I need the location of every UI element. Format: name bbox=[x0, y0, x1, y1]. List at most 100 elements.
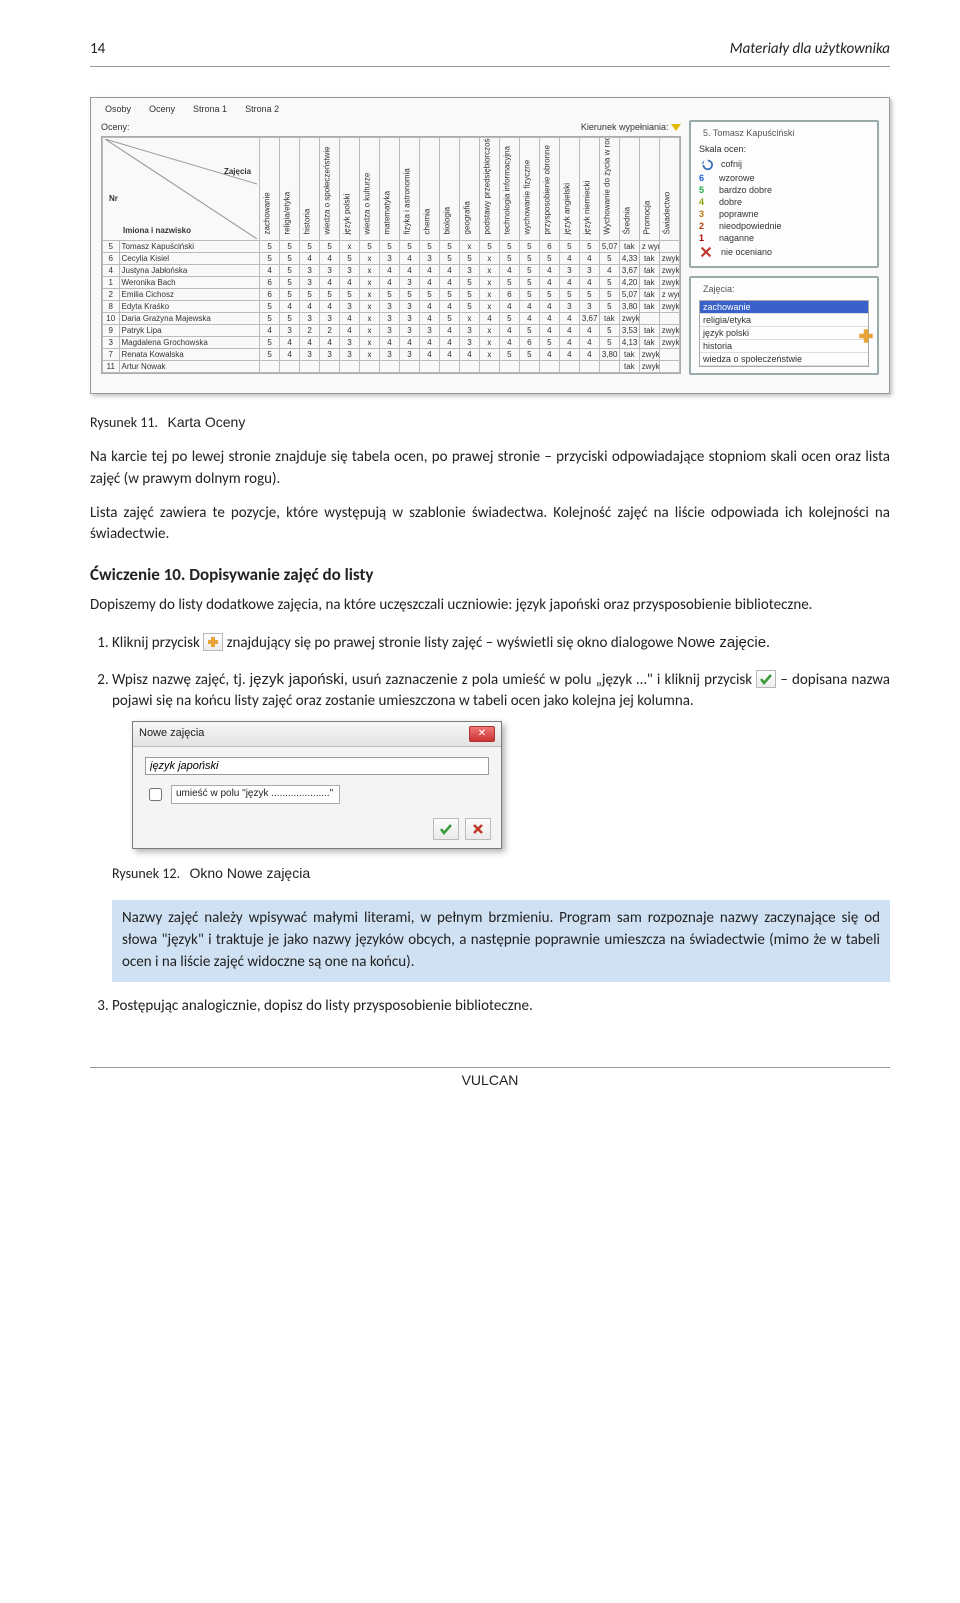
cell-grade[interactable]: 4 bbox=[399, 337, 419, 349]
zajecia-name-input[interactable] bbox=[145, 757, 489, 775]
zajecia-list[interactable]: zachowaniereligia/etykajęzyk polskihisto… bbox=[699, 300, 869, 367]
cell-grade[interactable]: 5 bbox=[399, 289, 419, 301]
cell-grade[interactable]: 5 bbox=[260, 313, 280, 325]
table-row[interactable]: 2Emilia Cichosz65555x55555x6555555,07tak… bbox=[103, 289, 680, 301]
cell-grade[interactable]: 4 bbox=[539, 265, 559, 277]
cell-grade[interactable]: x bbox=[479, 289, 499, 301]
cell-grade[interactable]: 5 bbox=[300, 289, 320, 301]
cell-grade[interactable]: 5 bbox=[439, 253, 459, 265]
cell-grade[interactable]: 5 bbox=[599, 289, 619, 301]
cell-grade[interactable] bbox=[599, 361, 619, 373]
cell-grade[interactable] bbox=[539, 361, 559, 373]
cell-grade[interactable]: 5 bbox=[599, 325, 619, 337]
cell-grade[interactable]: 4 bbox=[459, 349, 479, 361]
scale-row[interactable]: 6wzorowe bbox=[699, 172, 869, 184]
cell-grade[interactable]: 4 bbox=[579, 349, 599, 361]
cell-grade[interactable]: zwykłe bbox=[659, 253, 679, 265]
cell-grade[interactable]: x bbox=[360, 289, 380, 301]
cell-grade[interactable]: 4 bbox=[340, 325, 360, 337]
cell-grade[interactable]: 3 bbox=[399, 313, 419, 325]
cell-grade[interactable] bbox=[280, 361, 300, 373]
cell-grade[interactable]: 5 bbox=[599, 301, 619, 313]
cell-grade[interactable]: 2 bbox=[300, 325, 320, 337]
dialog-close-button[interactable]: ✕ bbox=[469, 726, 495, 742]
cell-grade[interactable] bbox=[260, 361, 280, 373]
cell-grade[interactable]: 5 bbox=[459, 301, 479, 313]
column-header[interactable]: Średnia bbox=[619, 138, 639, 241]
cell-grade[interactable]: 3 bbox=[320, 265, 340, 277]
cell-grade[interactable] bbox=[439, 361, 459, 373]
cell-grade[interactable]: 5 bbox=[539, 337, 559, 349]
list-item[interactable]: wiedza o społeczeństwie bbox=[700, 353, 868, 366]
cell-grade[interactable]: 5 bbox=[559, 289, 579, 301]
cell-grade[interactable]: 3 bbox=[320, 313, 340, 325]
cell-grade[interactable]: zwykłe bbox=[639, 361, 659, 373]
table-row[interactable]: 8Edyta Kraśko54443x33445x4443353,80takzw… bbox=[103, 301, 680, 313]
cell-grade[interactable]: zwykłe bbox=[659, 265, 679, 277]
cell-grade[interactable]: 3 bbox=[579, 301, 599, 313]
cell-grade[interactable]: 3 bbox=[459, 265, 479, 277]
cell-grade[interactable]: 3 bbox=[340, 301, 360, 313]
cell-grade[interactable]: 4 bbox=[439, 325, 459, 337]
column-header[interactable]: wiedza o społeczeństwie bbox=[320, 138, 340, 241]
cell-grade[interactable]: 5 bbox=[519, 265, 539, 277]
cell-grade[interactable]: 4 bbox=[499, 325, 519, 337]
cell-grade[interactable]: x bbox=[479, 253, 499, 265]
cell-grade[interactable]: 5 bbox=[519, 349, 539, 361]
cell-grade[interactable]: 4 bbox=[599, 265, 619, 277]
table-row[interactable]: 1Weronika Bach65344x43445x5544454,20takz… bbox=[103, 277, 680, 289]
cell-grade[interactable]: 5 bbox=[499, 277, 519, 289]
cell-grade[interactable]: x bbox=[360, 337, 380, 349]
list-item[interactable]: język polski bbox=[700, 327, 868, 340]
cell-grade[interactable]: 5 bbox=[579, 289, 599, 301]
cell-grade[interactable]: 4 bbox=[380, 337, 400, 349]
cell-grade[interactable]: 4 bbox=[260, 265, 280, 277]
cell-grade[interactable] bbox=[340, 361, 360, 373]
cell-grade[interactable]: 5 bbox=[519, 277, 539, 289]
cell-grade[interactable]: 5 bbox=[599, 277, 619, 289]
cell-grade[interactable]: 5 bbox=[280, 253, 300, 265]
cell-grade[interactable]: 5 bbox=[459, 289, 479, 301]
cell-grade[interactable]: 5 bbox=[499, 313, 519, 325]
list-item[interactable]: historia bbox=[700, 340, 868, 353]
cell-grade[interactable]: 4 bbox=[280, 301, 300, 313]
cell-grade[interactable]: 4 bbox=[320, 253, 340, 265]
table-row[interactable]: 9Patryk Lipa43224x33343x4544453,53takzwy… bbox=[103, 325, 680, 337]
cell-grade[interactable]: 3 bbox=[320, 349, 340, 361]
cell-grade[interactable]: 4 bbox=[559, 277, 579, 289]
cell-grade[interactable]: 4 bbox=[539, 301, 559, 313]
cell-grade[interactable]: x bbox=[459, 313, 479, 325]
cell-grade[interactable]: 5 bbox=[459, 253, 479, 265]
cell-grade[interactable]: 4 bbox=[559, 313, 579, 325]
cell-grade[interactable]: 3 bbox=[340, 265, 360, 277]
column-header[interactable]: religia/etyka bbox=[280, 138, 300, 241]
grades-table[interactable]: ZajęciaNrImiona i nazwiskozachowaniereli… bbox=[101, 136, 681, 374]
cell-grade[interactable] bbox=[380, 361, 400, 373]
column-header[interactable]: podstawy przedsiębiorczości bbox=[479, 138, 499, 241]
cell-grade[interactable]: 4 bbox=[300, 337, 320, 349]
cell-grade[interactable]: 4 bbox=[340, 277, 360, 289]
cell-grade[interactable]: 3 bbox=[380, 301, 400, 313]
cell-grade[interactable]: 3 bbox=[300, 277, 320, 289]
cell-grade[interactable] bbox=[659, 361, 679, 373]
table-row[interactable]: 6Cecylia Kisiel55445x34355x5554454,33tak… bbox=[103, 253, 680, 265]
cell-grade[interactable]: zwykłe bbox=[659, 337, 679, 349]
column-header[interactable]: Świadectwo bbox=[659, 138, 679, 241]
cell-grade[interactable]: 4 bbox=[539, 325, 559, 337]
column-header[interactable]: wychowanie fizyczne bbox=[519, 138, 539, 241]
cell-grade[interactable]: 6 bbox=[519, 337, 539, 349]
cell-grade[interactable]: 3 bbox=[399, 325, 419, 337]
cell-grade[interactable]: 5 bbox=[499, 241, 519, 253]
cell-grade[interactable]: tak bbox=[619, 349, 639, 361]
cell-grade[interactable] bbox=[519, 361, 539, 373]
cell-grade[interactable] bbox=[579, 361, 599, 373]
cell-grade[interactable] bbox=[499, 361, 519, 373]
cell-grade[interactable]: 3,53 bbox=[619, 325, 639, 337]
cell-grade[interactable]: 5 bbox=[559, 241, 579, 253]
cell-grade[interactable]: 5 bbox=[280, 265, 300, 277]
column-header[interactable]: chemia bbox=[419, 138, 439, 241]
cell-grade[interactable]: 6 bbox=[539, 241, 559, 253]
column-header[interactable]: język niemiecki bbox=[579, 138, 599, 241]
cell-grade[interactable]: 4 bbox=[559, 337, 579, 349]
cell-grade[interactable]: 4 bbox=[340, 313, 360, 325]
